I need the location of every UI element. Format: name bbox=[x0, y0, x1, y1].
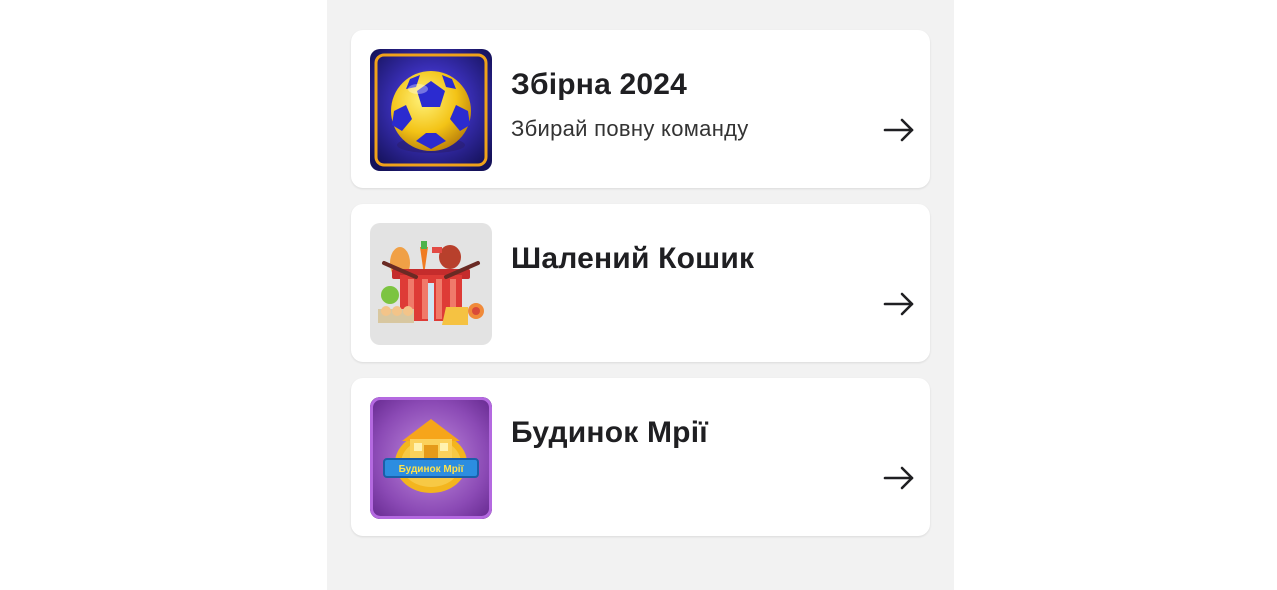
game-card-zbirna[interactable]: Збірна 2024 Збирай повну команду bbox=[351, 30, 930, 188]
soccer-ball-icon bbox=[370, 49, 492, 171]
dream-house-logo: Будинок Мрії bbox=[370, 397, 492, 519]
svg-text:Будинок Мрії: Будинок Мрії bbox=[399, 464, 464, 475]
arrow-right-icon[interactable] bbox=[883, 118, 915, 142]
game-card-dream-house[interactable]: Будинок Мрії Будинок Мрії bbox=[351, 378, 930, 536]
game-title: Будинок Мрії bbox=[511, 416, 708, 449]
arrow-right-icon[interactable] bbox=[883, 292, 915, 316]
games-list: Збірна 2024 Збирай повну команду Шалений… bbox=[327, 0, 954, 590]
game-subtitle: Збирай повну команду bbox=[511, 116, 749, 141]
arrow-right-icon[interactable] bbox=[883, 466, 915, 490]
game-card-basket[interactable]: Шалений Кошик bbox=[351, 204, 930, 362]
game-title: Шалений Кошик bbox=[511, 242, 755, 275]
grocery-basket-icon bbox=[370, 223, 492, 345]
game-title: Збірна 2024 bbox=[511, 68, 688, 101]
